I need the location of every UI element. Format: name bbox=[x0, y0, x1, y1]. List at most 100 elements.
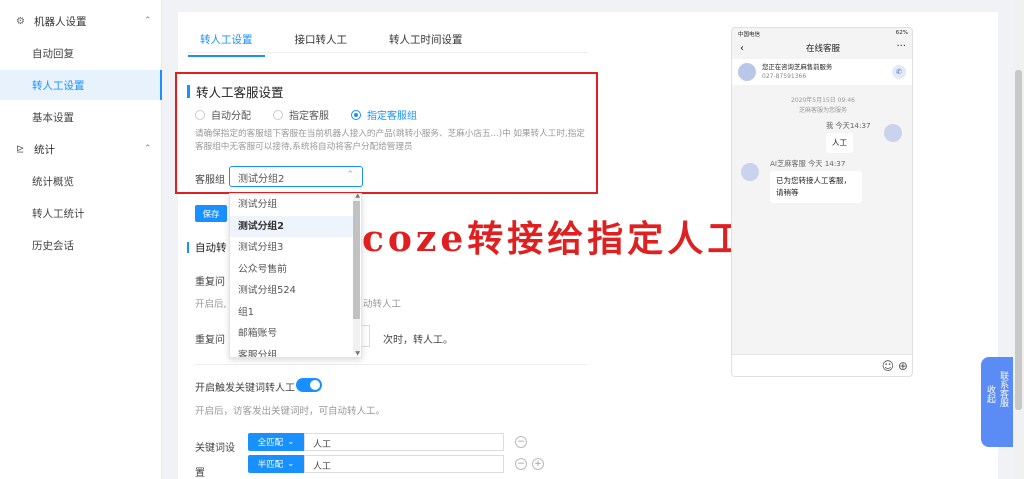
radio-dot bbox=[351, 109, 361, 120]
radio-label: 指定客服 bbox=[289, 111, 329, 122]
keyword-toggle[interactable] bbox=[296, 378, 322, 392]
keyword-hint: 开启后，访客发出关键词时，可自动转人工。 bbox=[195, 406, 386, 417]
group-field-label: 客服组 bbox=[195, 175, 225, 186]
keyword-setting-label-2: 置 bbox=[195, 468, 205, 479]
user-message: 人工 bbox=[826, 133, 853, 153]
scroll-down-icon[interactable]: ▼ bbox=[355, 350, 360, 357]
radio-dot bbox=[195, 109, 205, 120]
auto-section-title-text: 自动转 bbox=[195, 242, 227, 254]
contact-support-label[interactable]: 联系客服 bbox=[997, 371, 1010, 407]
sidebar-item-auto-reply[interactable]: 自动回复 bbox=[0, 38, 162, 68]
match-type-select[interactable]: 半匹配 ⌄ bbox=[248, 455, 304, 473]
sidebar-item-stats-overview[interactable]: 统计概览 bbox=[0, 166, 162, 196]
tab-transfer-settings[interactable]: 转人工设置 bbox=[188, 26, 265, 57]
more-icon[interactable]: ··· bbox=[896, 38, 906, 56]
collapse-label[interactable]: 收起 bbox=[984, 385, 997, 403]
auto-section-title: 自动转 bbox=[187, 240, 227, 255]
assign-mode-radios: 自动分配 指定客服 指定客服组 bbox=[195, 107, 439, 122]
repeat-hint: 开启后, bbox=[195, 299, 227, 310]
dropdown-scroll-thumb[interactable] bbox=[353, 201, 360, 319]
radio-label: 自动分配 bbox=[211, 111, 251, 122]
service-text: 您正在咨询芝麻售前服务 bbox=[762, 63, 833, 71]
tabs: 转人工设置 接口转人工 转人工时间设置 bbox=[188, 26, 493, 57]
chevron-down-icon: ⌄ bbox=[287, 459, 295, 469]
chevron-up-icon: ⌃ bbox=[144, 16, 152, 26]
sidebar-item-transfer-settings[interactable]: 转人工设置 bbox=[0, 70, 162, 100]
page-scrollbar[interactable] bbox=[1013, 0, 1024, 479]
match-type-select[interactable]: 全匹配 ⌄ bbox=[248, 433, 304, 451]
phone-status-bar: 中国电信 62% bbox=[732, 28, 912, 40]
phone-input-bar[interactable]: ☺ ⊕ bbox=[732, 354, 912, 376]
chart-icon: ⊵ bbox=[16, 143, 25, 155]
remove-icon[interactable]: − bbox=[515, 458, 527, 470]
dropdown-scrollbar[interactable] bbox=[353, 196, 360, 354]
carrier-label: 中国电信 bbox=[738, 32, 761, 38]
scroll-up-icon[interactable]: ▲ bbox=[355, 194, 360, 199]
sidebar-group-robot[interactable]: ⚙ 机器人设置 ⌃ bbox=[16, 11, 152, 31]
add-icon[interactable]: + bbox=[532, 458, 544, 470]
group-note: 请确保指定的客服组下客服在当前机器人接入的产品(跳转小服务、芝麻小店五...)中… bbox=[195, 129, 585, 152]
radio-auto-assign[interactable]: 自动分配 bbox=[195, 107, 251, 122]
radio-specific-group[interactable]: 指定客服组 bbox=[351, 107, 417, 122]
dropdown-option[interactable]: 组1 bbox=[230, 302, 354, 324]
save-button[interactable]: 保存 bbox=[195, 205, 227, 222]
match-type-value: 全匹配 bbox=[257, 438, 284, 448]
repeat-hint-tail: 动转人工 bbox=[363, 299, 402, 310]
agent-message: 已为您转接人工客服，请稍等 bbox=[770, 171, 862, 203]
remove-icon[interactable]: − bbox=[515, 436, 527, 448]
group-select[interactable]: 测试分组2 ⌃ bbox=[229, 166, 363, 187]
sidebar-group-robot-label: 机器人设置 bbox=[34, 15, 87, 28]
user-name-time: 我 今天14:37 bbox=[826, 121, 871, 130]
group-dropdown: 测试分组 测试分组2 测试分组3 公众号售前 测试分组524 组1 邮箱账号 客… bbox=[229, 193, 362, 358]
repeat-question-label-2: 重复问 bbox=[195, 335, 225, 346]
chevron-up-icon: ⌃ bbox=[346, 170, 354, 180]
dropdown-option[interactable]: 客服分组 bbox=[230, 345, 354, 358]
tab-divider bbox=[188, 52, 588, 53]
section-divider bbox=[195, 364, 587, 365]
sidebar-item-basic-settings[interactable]: 基本设置 bbox=[0, 102, 162, 132]
phone-header: ‹ 在线客服 ··· bbox=[732, 38, 912, 58]
repeat-count-suffix: 次时，转人工。 bbox=[383, 335, 453, 346]
agent-name-time: AI芝麻客服 今天 14:37 bbox=[770, 159, 846, 168]
back-icon[interactable]: ‹ bbox=[740, 40, 744, 58]
chat-date: 2020年5月15日 09:46 bbox=[791, 97, 855, 104]
chevron-down-icon: ⌄ bbox=[287, 437, 295, 447]
repeat-question-label: 重复问 bbox=[195, 277, 225, 288]
battery-label: 62% bbox=[895, 30, 908, 36]
phone-title: 在线客服 bbox=[805, 44, 840, 54]
radio-label: 指定客服组 bbox=[367, 111, 417, 122]
keyword-input[interactable]: 人工 bbox=[304, 455, 504, 473]
title-accent-bar bbox=[187, 85, 190, 98]
sidebar-group-stats-label: 统计 bbox=[34, 143, 55, 156]
phone-preview: 中国电信 62% ‹ 在线客服 ··· 您正在咨询芝麻售前服务 027-8759… bbox=[731, 27, 913, 377]
chat-service-note: 芝麻客服为您服务 bbox=[798, 107, 847, 114]
phone-call-icon[interactable]: ✆ bbox=[892, 65, 906, 79]
tab-transfer-time[interactable]: 转人工时间设置 bbox=[377, 26, 475, 53]
contact-floating-tab[interactable]: 收起 联系客服 bbox=[981, 357, 1013, 447]
agent-avatar bbox=[741, 163, 759, 181]
section-title: 转人工客服设置 bbox=[187, 82, 284, 101]
radio-dot bbox=[273, 109, 283, 120]
keyword-input[interactable]: 人工 bbox=[304, 433, 504, 451]
tab-api-transfer[interactable]: 接口转人工 bbox=[283, 26, 360, 53]
page-scroll-thumb[interactable] bbox=[1015, 70, 1022, 410]
dropdown-option[interactable]: 测试分组3 bbox=[230, 237, 354, 259]
dropdown-option-selected[interactable]: 测试分组2 bbox=[230, 215, 354, 237]
dropdown-option[interactable]: 测试分组 bbox=[230, 194, 354, 216]
sidebar: ⚙ 机器人设置 ⌃ 自动回复 转人工设置 基本设置 ⊵ 统计 ⌃ 统计概览 转人… bbox=[0, 0, 162, 479]
chevron-up-icon: ⌃ bbox=[144, 144, 152, 154]
keyword-setting-label: 关键词设 bbox=[195, 443, 235, 454]
dropdown-option[interactable]: 公众号售前 bbox=[230, 259, 354, 281]
keyword-toggle-label: 开启触发关键词转人工 bbox=[195, 383, 295, 394]
sidebar-item-history[interactable]: 历史会话 bbox=[0, 230, 162, 260]
emoji-add-icons[interactable]: ☺ ⊕ bbox=[882, 359, 908, 373]
radio-specific-agent[interactable]: 指定客服 bbox=[273, 107, 329, 122]
gear-icon: ⚙ bbox=[16, 15, 25, 27]
sidebar-group-stats[interactable]: ⊵ 统计 ⌃ bbox=[16, 139, 152, 159]
sidebar-item-transfer-stats[interactable]: 转人工统计 bbox=[0, 198, 162, 228]
match-type-value: 半匹配 bbox=[257, 460, 284, 470]
dropdown-option[interactable]: 测试分组524 bbox=[230, 280, 354, 302]
title-accent-bar bbox=[187, 242, 189, 253]
dropdown-option[interactable]: 邮箱账号 bbox=[230, 323, 354, 345]
section-title-text: 转人工客服设置 bbox=[196, 85, 284, 100]
